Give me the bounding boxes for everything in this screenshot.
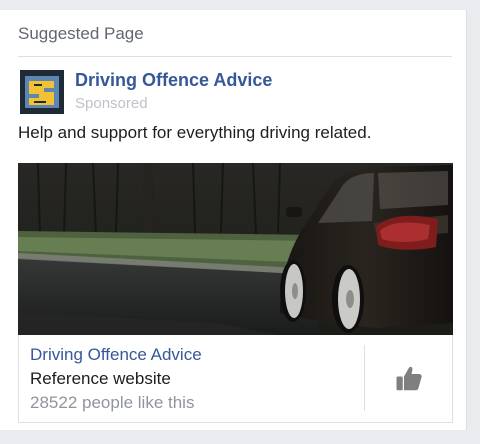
card-header-title: Suggested Page: [18, 24, 144, 43]
link-likes-count: 28522 people like this: [30, 393, 195, 412]
like-page-button[interactable]: [365, 335, 453, 423]
thumbs-up-icon: [396, 366, 422, 391]
page-name-link[interactable]: Driving Offence Advice: [75, 70, 272, 91]
ad-image[interactable]: [18, 163, 453, 335]
header-divider: [18, 56, 452, 57]
page-avatar[interactable]: [20, 70, 64, 114]
suggested-page-card: Suggested Page Driving Offence Advice Sp…: [0, 10, 467, 430]
car-on-road-photo: [18, 163, 453, 335]
sponsored-label[interactable]: Sponsored: [75, 95, 148, 112]
link-category: Reference website: [30, 369, 171, 388]
link-preview[interactable]: Driving Offence Advice Reference website…: [18, 335, 453, 423]
post-description: Help and support for everything driving …: [18, 123, 372, 142]
road-sign-logo-icon: [20, 70, 64, 114]
link-title[interactable]: Driving Offence Advice: [30, 345, 202, 365]
